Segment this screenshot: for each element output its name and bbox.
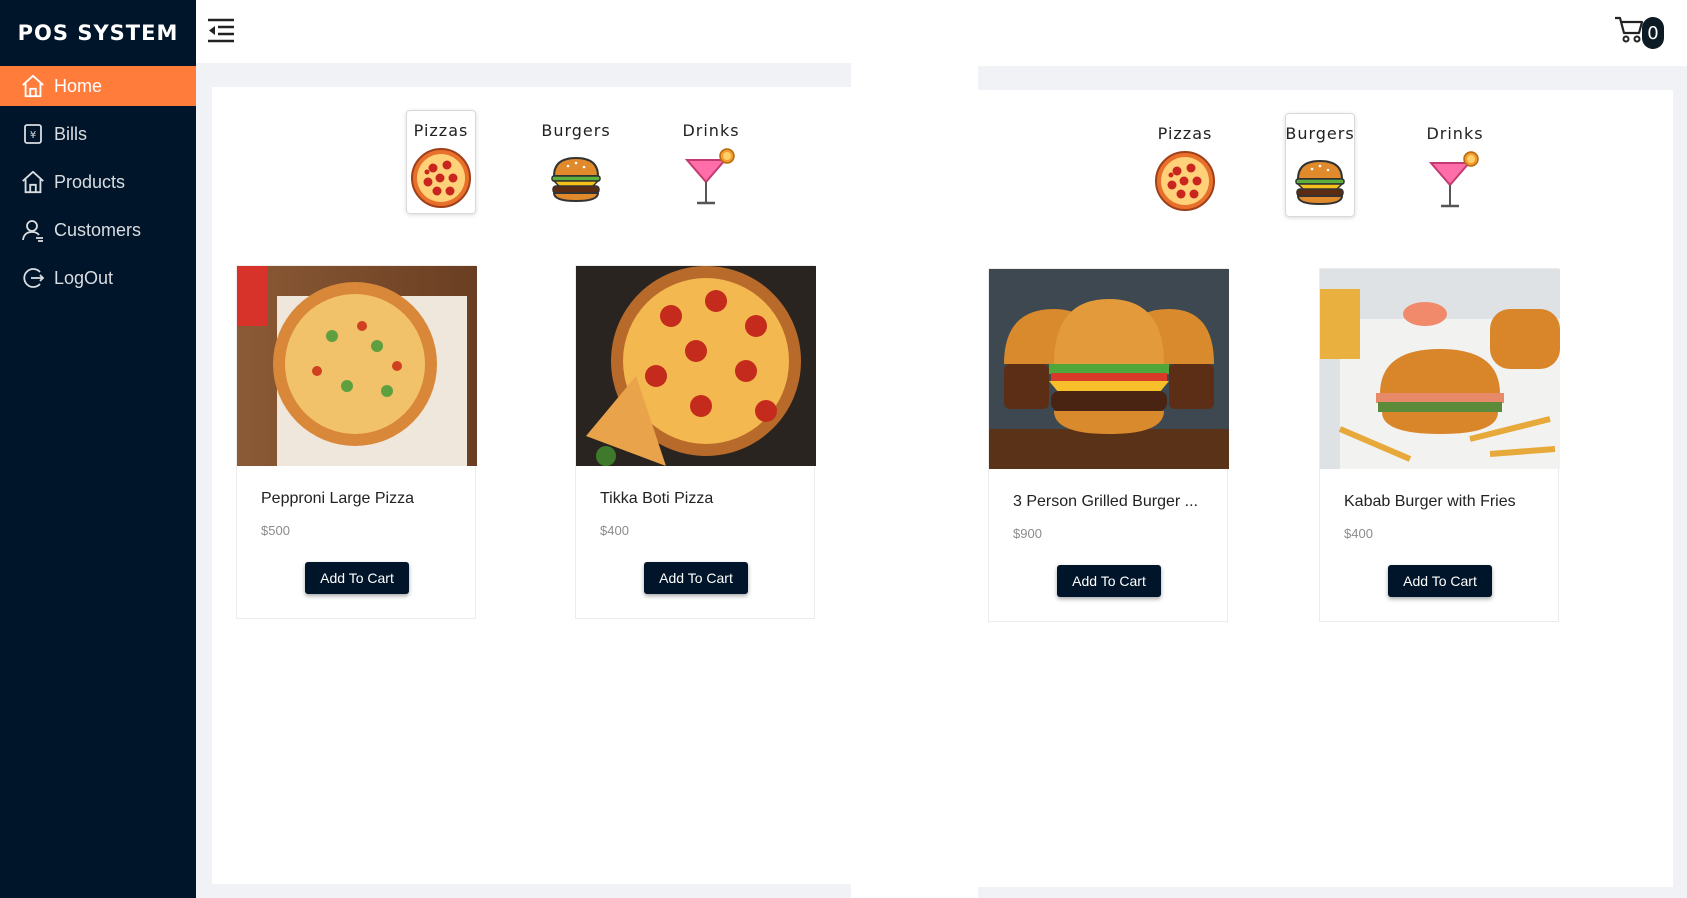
product-image [237, 266, 477, 466]
user-icon [19, 216, 47, 244]
add-to-cart-button[interactable]: Add To Cart [1388, 565, 1492, 597]
sidebar-item-products[interactable]: Products [0, 162, 196, 202]
product-name: Pepproni Large Pizza [261, 490, 414, 507]
sidebar-item-bills[interactable]: ¥ Bills [0, 114, 196, 154]
product-card: Tikka Boti Pizza $400 Add To Cart [575, 265, 816, 619]
category-label: Pizzas [413, 121, 469, 140]
burger-icon [544, 146, 608, 210]
add-to-cart-button[interactable]: Add To Cart [644, 562, 748, 594]
category-label: Burgers [541, 121, 611, 140]
sidebar-item-home[interactable]: Home [0, 66, 196, 106]
product-price: $500 [261, 523, 290, 538]
bill-icon: ¥ [19, 120, 47, 148]
product-image [989, 269, 1229, 469]
tab-burgers[interactable]: Burgers [541, 110, 611, 214]
product-price: $400 [1344, 526, 1373, 541]
sidebar: POS SYSTEM Home ¥ Bills Products Custome… [0, 0, 196, 898]
product-price: $400 [600, 523, 629, 538]
product-name: Tikka Boti Pizza [600, 490, 714, 507]
product-image [1320, 269, 1560, 469]
category-tabs: Pizzas Burgers Drinks [1150, 113, 1555, 217]
svg-text:¥: ¥ [30, 130, 36, 141]
sidebar-item-label: Home [54, 75, 103, 96]
sidebar-item-label: Products [54, 171, 126, 192]
sidebar-item-customers[interactable]: Customers [0, 210, 196, 250]
cart-button[interactable]: 0 [1614, 12, 1666, 52]
home-icon [19, 72, 47, 100]
logout-icon [19, 264, 47, 292]
tab-pizzas[interactable]: Pizzas [406, 110, 476, 214]
sidebar-item-label: LogOut [54, 267, 114, 288]
cocktail-icon [1423, 149, 1487, 213]
home-icon [19, 168, 47, 196]
category-label: Burgers [1285, 124, 1355, 143]
tab-pizzas[interactable]: Pizzas [1150, 113, 1220, 217]
left-panel-footer [212, 884, 851, 898]
brand-title: POS SYSTEM [17, 21, 179, 45]
cart-icon [1614, 14, 1644, 49]
product-price: $900 [1013, 526, 1042, 541]
add-to-cart-button[interactable]: Add To Cart [305, 562, 409, 594]
tab-burgers[interactable]: Burgers [1285, 113, 1355, 217]
burger-icon [1288, 149, 1352, 213]
add-to-cart-button[interactable]: Add To Cart [1057, 565, 1161, 597]
category-label: Drinks [682, 121, 740, 140]
product-card: Kabab Burger with Fries $400 Add To Cart [1319, 268, 1560, 622]
category-label: Drinks [1426, 124, 1484, 143]
right-panel: Pizzas Burgers Drinks 3 Person Grilled B… [978, 90, 1673, 887]
pizza-icon [409, 146, 473, 210]
left-panel: Pizzas Burgers Drinks Pepproni Large Piz… [212, 87, 851, 884]
category-tabs: Pizzas Burgers Drinks [406, 110, 811, 214]
tab-drinks[interactable]: Drinks [1420, 113, 1490, 217]
sidebar-item-label: Bills [54, 123, 88, 144]
product-name: 3 Person Grilled Burger ... [1013, 493, 1198, 510]
product-name: Kabab Burger with Fries [1344, 493, 1516, 510]
cocktail-icon [679, 146, 743, 210]
sidebar-item-label: Customers [54, 219, 142, 240]
menu-fold-icon[interactable] [206, 16, 236, 44]
pizza-icon [1153, 149, 1217, 213]
category-label: Pizzas [1157, 124, 1213, 143]
product-card: Pepproni Large Pizza $500 Add To Cart [236, 265, 477, 619]
sidebar-item-logout[interactable]: LogOut [0, 258, 196, 298]
product-card: 3 Person Grilled Burger ... $900 Add To … [988, 268, 1229, 622]
cart-count-badge: 0 [1642, 17, 1664, 49]
product-image [576, 266, 816, 466]
tab-drinks[interactable]: Drinks [676, 110, 746, 214]
